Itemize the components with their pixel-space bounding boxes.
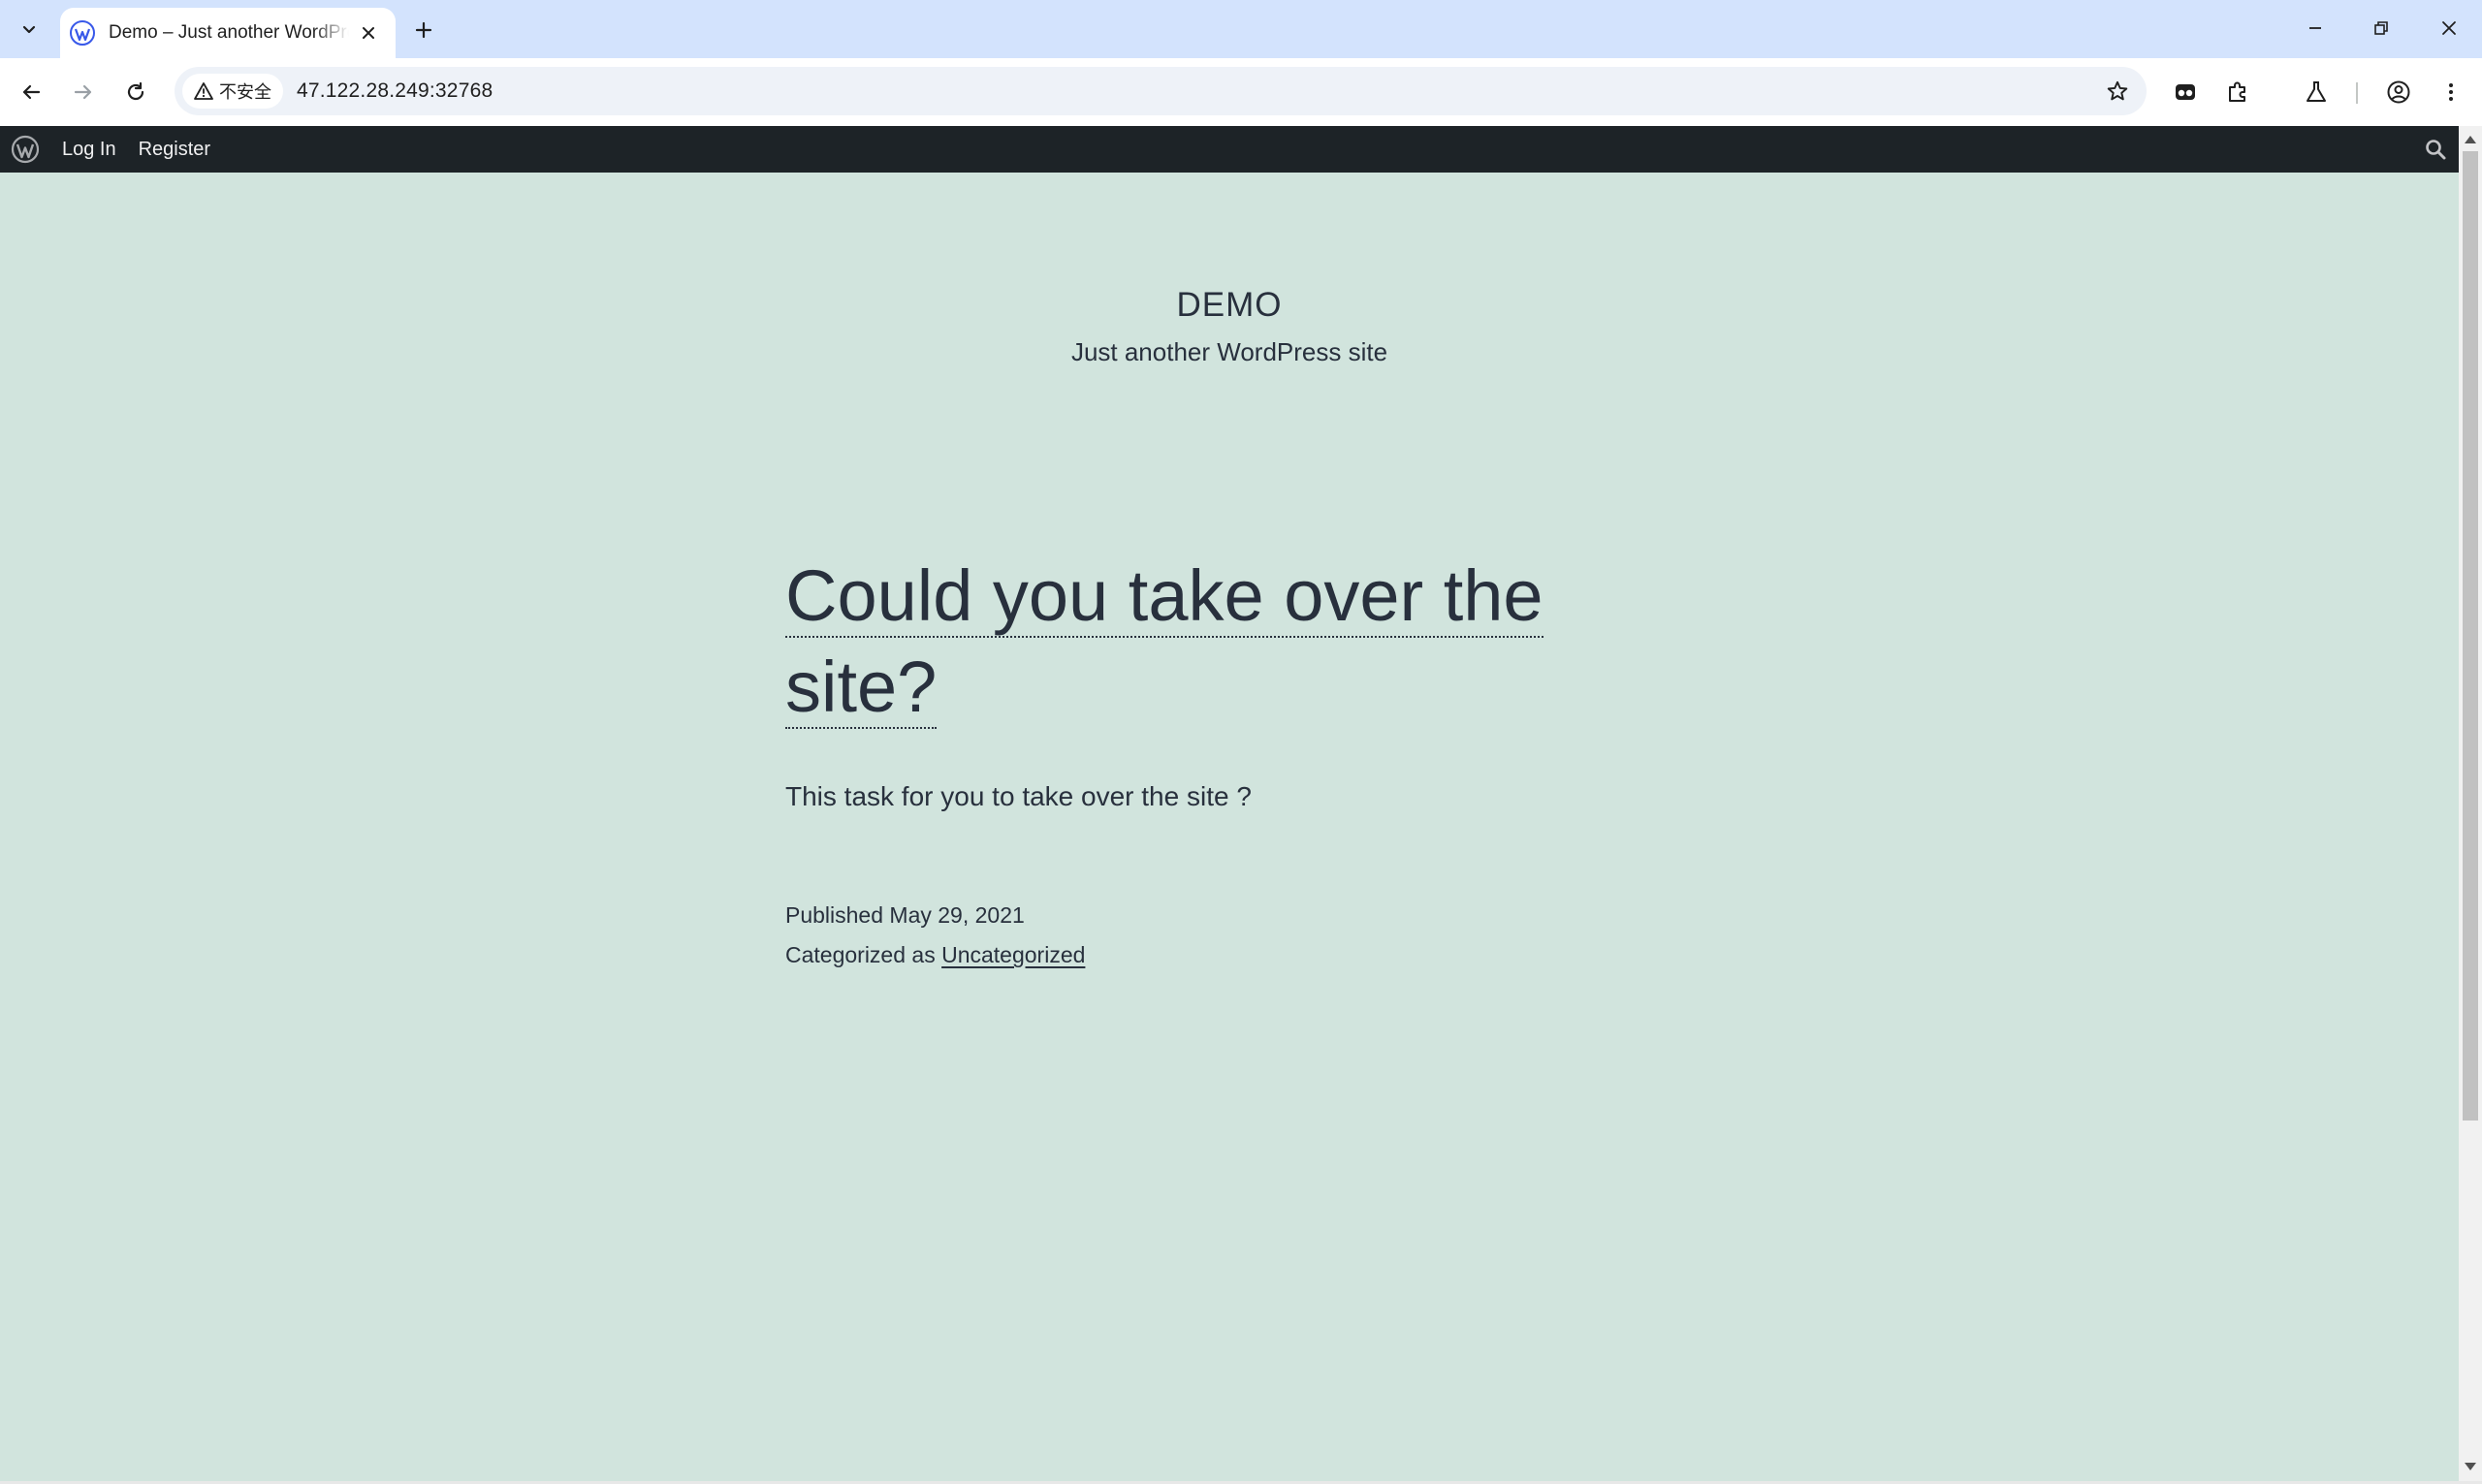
extensions-button[interactable]: [2218, 73, 2257, 111]
tab-search-button[interactable]: [14, 14, 45, 45]
profile-button[interactable]: [2379, 73, 2418, 111]
register-link[interactable]: Register: [139, 139, 210, 161]
page-content: DEMO Just another WordPress site Could y…: [0, 173, 2459, 1484]
scroll-down-arrow[interactable]: [2465, 1463, 2476, 1470]
puzzle-icon: [2229, 81, 2245, 102]
warning-icon: [194, 82, 213, 100]
browser-tab-active[interactable]: Demo – Just another WordPress site: [60, 8, 396, 58]
menu-button[interactable]: [2432, 73, 2470, 111]
wordpress-icon: [70, 20, 95, 46]
security-chip[interactable]: 不安全: [182, 74, 283, 109]
post-published-date: Published May 29, 2021: [785, 902, 1025, 928]
browser-tabstrip: Demo – Just another WordPress site: [0, 0, 2482, 58]
star-icon: [2107, 80, 2128, 101]
incognito-icon: [2176, 84, 2195, 100]
new-tab-button[interactable]: [407, 14, 440, 47]
post-title[interactable]: Could you take over the site?: [785, 551, 1561, 733]
reload-icon: [127, 81, 144, 101]
chevron-down-icon: [22, 25, 36, 34]
tab-title: Demo – Just another WordPress site: [109, 22, 349, 43]
security-label: 不安全: [219, 82, 271, 103]
arrow-left-icon: [22, 84, 41, 100]
flask-icon: [2307, 81, 2326, 102]
toolbar-separator: [2356, 82, 2358, 104]
close-icon: [2442, 21, 2456, 35]
post-category-prefix: Categorized as: [785, 942, 942, 967]
reload-button[interactable]: [116, 73, 155, 111]
tab-close-button[interactable]: [355, 19, 382, 47]
post: Could you take over the site? This task …: [785, 551, 1561, 975]
minimize-icon: [2309, 27, 2321, 29]
restore-button[interactable]: [2352, 6, 2410, 50]
labs-button[interactable]: [2297, 73, 2336, 111]
more-vert-icon: [2449, 83, 2453, 101]
post-category-line: Categorized as Uncategorized: [785, 935, 1561, 975]
forward-button[interactable]: [64, 73, 103, 111]
window-close-button[interactable]: [2420, 6, 2478, 50]
incognito-button[interactable]: [2166, 73, 2205, 111]
scroll-thumb[interactable]: [2463, 151, 2478, 1121]
post-body: This task for you to take over the site …: [785, 781, 1252, 811]
post-category-link[interactable]: Uncategorized: [941, 942, 1085, 967]
post-title-line-2[interactable]: site?: [785, 647, 938, 729]
arrow-right-icon: [74, 84, 92, 100]
site-title[interactable]: DEMO: [0, 286, 2459, 325]
address-bar[interactable]: 不安全 47.122.28.249:32768: [175, 67, 2147, 115]
account-icon: [2387, 80, 2410, 104]
minimize-button[interactable]: [2286, 6, 2344, 50]
wp-logo-button[interactable]: [10, 134, 41, 165]
wp-admin-bar: Log In Register: [0, 126, 2459, 173]
bookmark-star-button[interactable]: [2102, 76, 2133, 107]
search-icon: [2426, 140, 2446, 160]
plus-icon: [415, 21, 432, 39]
page-scrollbar[interactable]: [2459, 126, 2482, 1484]
site-description: Just another WordPress site: [1070, 337, 1388, 366]
login-link[interactable]: Log In: [62, 139, 116, 161]
post-meta: Published May 29, 2021 Categorized as Un…: [785, 896, 1561, 975]
browser-toolbar: 不安全 47.122.28.249:32768: [0, 58, 2482, 126]
post-title-line-1[interactable]: Could you take over the: [785, 555, 1543, 638]
back-button[interactable]: [12, 73, 50, 111]
wordpress-icon: [11, 135, 40, 164]
scroll-up-arrow[interactable]: [2465, 136, 2476, 143]
restore-icon: [2374, 21, 2388, 35]
url-text[interactable]: 47.122.28.249:32768: [297, 79, 493, 103]
close-icon: [363, 27, 374, 39]
admin-search-button[interactable]: [2420, 134, 2451, 165]
